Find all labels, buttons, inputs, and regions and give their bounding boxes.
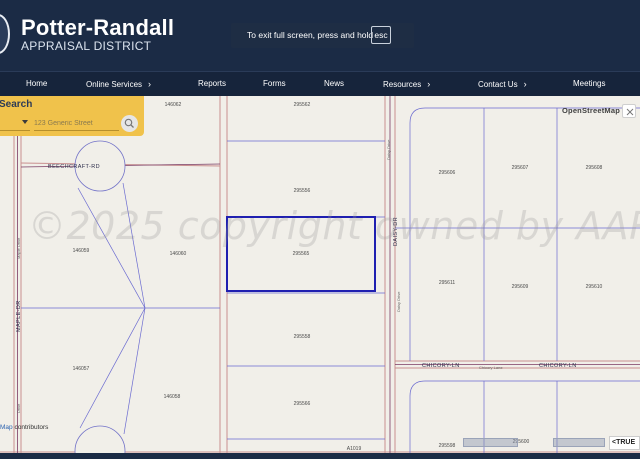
parcel-label[interactable]: 295611 [439,280,455,286]
parcel-label[interactable]: 146062 [165,102,182,108]
road-label-beechcraft: BEECHCRAFT-RD [48,164,100,170]
nav-item-resources[interactable]: Resources › [383,79,430,89]
chevron-right-icon: › [427,79,431,89]
chevron-right-icon: › [523,79,527,89]
nav-item-label: Online Services [86,80,143,89]
bottom-bar [0,453,640,459]
parcel-label[interactable]: 295558 [294,334,311,340]
parcel-label[interactable]: 146059 [73,248,90,254]
parcel-label[interactable]: 295608 [586,165,603,171]
cul-de-sac-south [74,425,126,453]
attribution-link[interactable]: Map [0,424,13,431]
road-small-label: Chicory Lane [479,365,503,370]
map-attribution: Map contributors [0,424,48,431]
attribution-text: contributors [12,424,49,431]
parcel-label[interactable]: 295566 [294,401,311,407]
scale-bar-left [463,438,518,447]
road-small-label: Drive [16,403,21,413]
parcel-label[interactable]: 295609 [512,284,529,290]
north-arrow-badge: <TRUE [609,436,640,450]
nav-item-meetings[interactable]: Meetings [573,79,605,88]
nav-item-label: Meetings [573,79,606,88]
nav-item-reports[interactable]: Reports [198,79,226,88]
fullscreen-notice-text: To exit full screen, press and hold [247,30,374,40]
copyright-watermark: ©2025 copyright owned by AAR [28,204,640,248]
search-title: Search [0,99,33,110]
nav-item-news[interactable]: News [324,79,344,88]
parcel-label[interactable]: 146060 [170,251,187,257]
nav-item-label: Forms [263,79,286,88]
nav-item-label: News [324,79,345,88]
main-nav: Home Online Services › Reports Forms News… [0,71,640,96]
parcel-label[interactable]: 146057 [73,366,90,372]
caret-down-icon [22,120,28,124]
nav-item-label: Contact Us [478,80,518,89]
district-seal-icon[interactable] [0,14,10,54]
nav-item-online-services[interactable]: Online Services › [86,79,151,89]
nav-item-home[interactable]: Home [26,79,47,88]
road-small-label: Daisy Drive [396,291,401,312]
road-label-maple: MAPLE-DR [16,300,22,332]
search-button[interactable] [121,115,138,132]
parcel-label[interactable]: 295562 [294,102,311,108]
road-label-chicory-left: CHICORY-LN [422,363,460,369]
parcel-label[interactable]: 295607 [512,165,529,171]
road-label-chicory-right: CHICORY-LN [539,363,577,369]
scale-bar-right [553,438,605,447]
nav-item-label: Home [26,79,48,88]
search-type-dropdown[interactable] [0,116,30,131]
nav-item-label: Resources [383,80,422,89]
parcel-label[interactable]: 295598 [439,443,456,449]
parcel-label[interactable]: 295565 [293,251,310,257]
site-subtitle: APPRAISAL DISTRICT [21,39,152,53]
nav-item-label: Reports [198,79,227,88]
esc-key-badge: esc [371,26,391,44]
map-canvas[interactable] [0,96,640,453]
search-icon [124,118,134,128]
parcel-label[interactable]: A1019 [347,446,361,452]
basemap-toggle[interactable] [622,104,636,118]
road-small-label: Maple Drive [16,237,21,259]
road-small-label: Daisy Drive [386,139,391,160]
nav-item-forms[interactable]: Forms [263,79,286,88]
parcel-label[interactable]: 146058 [164,394,181,400]
parcel-map[interactable]: 146062 295562 295556 295565 146059 14606… [0,96,640,453]
parcel-label[interactable]: 295606 [439,170,456,176]
basemap-provider-label: OpenStreetMap [562,106,621,115]
search-panel: Search [0,96,144,136]
close-icon [626,108,634,116]
fullscreen-notice: To exit full screen, press and hold esc [231,23,414,48]
parcel-label[interactable]: 295556 [294,188,311,194]
chevron-right-icon: › [148,79,152,89]
site-title[interactable]: Potter-Randall [21,15,174,41]
site-header: Potter-Randall APPRAISAL DISTRICT To exi… [0,0,640,71]
nav-item-contact-us[interactable]: Contact Us › [478,79,527,89]
parcel-label[interactable]: 295610 [586,284,603,290]
address-search-input[interactable] [34,116,119,131]
